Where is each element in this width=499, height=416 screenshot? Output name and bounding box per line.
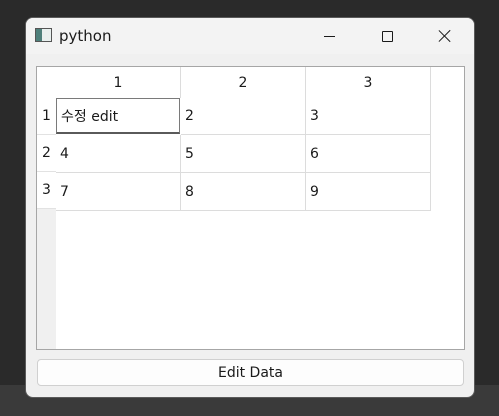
- app-window-icon: [35, 28, 52, 42]
- table-cell[interactable]: 5: [181, 135, 306, 173]
- table-cell[interactable]: 4: [56, 135, 181, 173]
- row-header-1[interactable]: 1: [37, 98, 56, 135]
- edit-data-button[interactable]: Edit Data: [37, 359, 464, 386]
- row-header-2[interactable]: 2: [37, 135, 56, 172]
- close-icon: [438, 29, 452, 43]
- table-cell[interactable]: 6: [306, 135, 431, 173]
- table-corner: [37, 67, 56, 98]
- column-header-3[interactable]: 3: [306, 67, 431, 98]
- table-cell[interactable]: 7: [56, 173, 181, 211]
- table-cell[interactable]: 8: [181, 173, 306, 211]
- table-cell[interactable]: 2: [181, 97, 306, 135]
- table-cell-editor[interactable]: 수정 edit: [56, 98, 180, 134]
- app-window: python 1 2 3 1 2 3 수정 edit 2 3 4 5 6 7 8…: [25, 17, 475, 398]
- title-bar[interactable]: python: [26, 18, 474, 54]
- data-table[interactable]: 1 2 3 1 2 3 수정 edit 2 3 4 5 6 7 8 9: [36, 66, 465, 350]
- maximize-icon: [381, 30, 393, 42]
- column-header-2[interactable]: 2: [181, 67, 306, 98]
- window-title: python: [59, 27, 112, 45]
- minimize-button[interactable]: [300, 18, 358, 54]
- column-header-1[interactable]: 1: [56, 67, 181, 98]
- table-cell[interactable]: 9: [306, 173, 431, 211]
- row-header-3[interactable]: 3: [37, 172, 56, 209]
- table-cell[interactable]: 3: [306, 97, 431, 135]
- close-button[interactable]: [416, 18, 474, 54]
- minimize-icon: [323, 35, 335, 37]
- maximize-button[interactable]: [358, 18, 416, 54]
